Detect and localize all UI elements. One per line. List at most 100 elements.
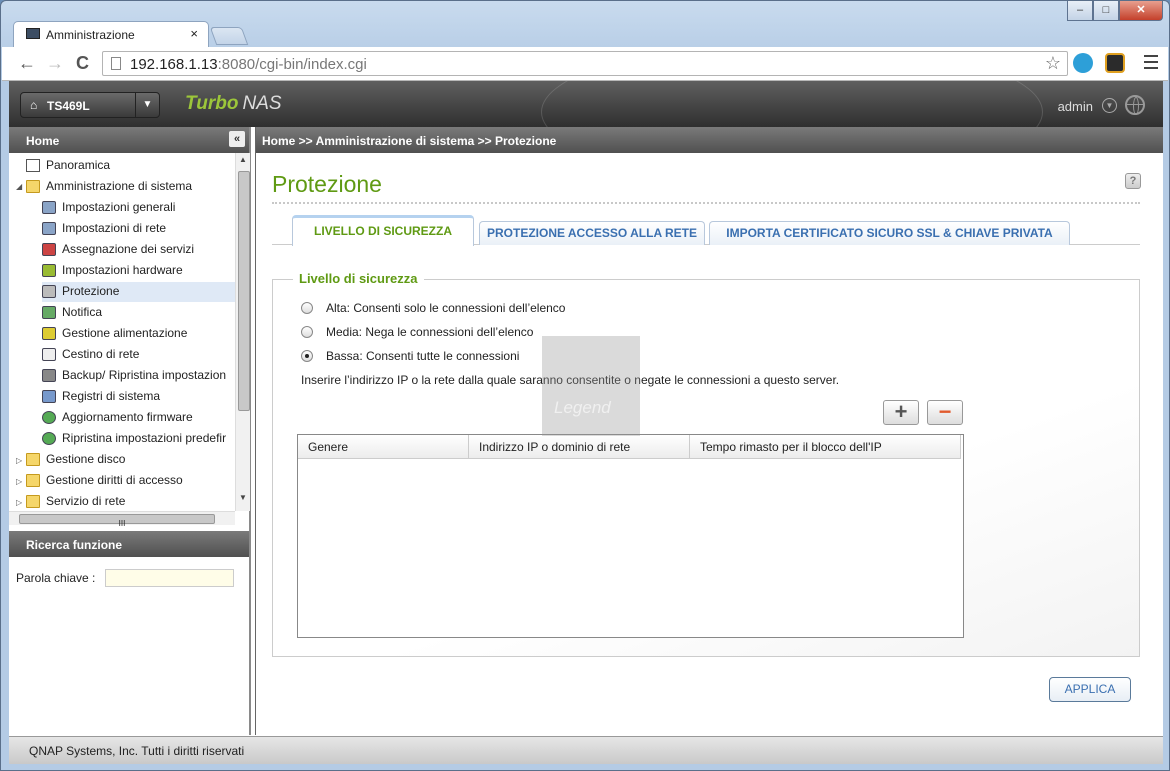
maximize-button[interactable]: □ bbox=[1093, 1, 1119, 21]
tree-item-registri[interactable]: Registri di sistema bbox=[42, 387, 235, 407]
window-controls: – □ ✕ bbox=[1067, 1, 1163, 21]
overview-icon bbox=[26, 159, 40, 172]
tab-bar: LIVELLO DI SICUREZZA PROTEZIONE ACCESSO … bbox=[272, 215, 1140, 246]
tree-item-cestino-rete[interactable]: Cestino di rete bbox=[42, 345, 235, 365]
keyword-label: Parola chiave : bbox=[16, 571, 96, 585]
security-level-fieldset: Livello di sicurezza Alta: Consenti solo… bbox=[272, 271, 1140, 657]
tab-protezione-accesso[interactable]: PROTEZIONE ACCESSO ALLA RETE bbox=[479, 221, 705, 245]
tree-item-label: Backup/ Ripristina impostazion bbox=[62, 368, 227, 382]
breadcrumb: Home >> Amministrazione di sistema >> Pr… bbox=[256, 127, 1163, 153]
tree-item-notifica[interactable]: Notifica bbox=[42, 303, 235, 323]
scroll-down-icon[interactable]: ▼ bbox=[239, 493, 247, 502]
close-window-button[interactable]: ✕ bbox=[1119, 1, 1163, 21]
tree-item-label: Panoramica bbox=[46, 158, 111, 172]
folder-open-icon bbox=[26, 180, 40, 193]
skype-extension-icon[interactable] bbox=[1073, 53, 1093, 73]
column-header-genere[interactable]: Genere bbox=[298, 435, 469, 459]
radio-circle[interactable] bbox=[301, 302, 313, 314]
tree-item-panoramica[interactable]: Panoramica bbox=[26, 156, 235, 176]
tab-close-icon[interactable]: × bbox=[190, 26, 198, 41]
tab-favicon-icon bbox=[26, 28, 40, 39]
bookmark-star-icon[interactable]: ☆ bbox=[1045, 53, 1061, 74]
tree-item-label: Gestione disco bbox=[46, 452, 126, 466]
backup-icon bbox=[42, 369, 56, 382]
browser-tab[interactable]: Amministrazione × bbox=[13, 21, 209, 47]
scrollbar-thumb[interactable]: III bbox=[19, 514, 215, 528]
folder-icon bbox=[26, 474, 40, 487]
extension-icon[interactable] bbox=[1105, 53, 1125, 73]
tab-importa-certificato[interactable]: IMPORTA CERTIFICATO SICURO SSL & CHIAVE … bbox=[709, 221, 1070, 245]
radio-circle-checked[interactable] bbox=[301, 350, 313, 362]
page-title: Protezione bbox=[272, 171, 382, 197]
tab-title: Amministrazione bbox=[46, 28, 135, 42]
remove-button[interactable]: − bbox=[927, 400, 963, 425]
tree-item-impostazioni-hardware[interactable]: Impostazioni hardware bbox=[42, 261, 235, 281]
column-header-tempo[interactable]: Tempo rimasto per il blocco dell'IP bbox=[690, 435, 961, 459]
address-bar[interactable]: 192.168.1.13:8080/cgi-bin/index.cgi ☆ bbox=[102, 51, 1068, 76]
brand-nas: NAS bbox=[242, 93, 282, 114]
tree-item-label: Servizio di rete bbox=[46, 494, 126, 508]
browser-window: – □ ✕ Amministrazione × ← → C 192.168.1.… bbox=[0, 0, 1170, 771]
url-host: 192.168.1.13 bbox=[130, 56, 218, 73]
tab-livello-sicurezza[interactable]: LIVELLO DI SICUREZZA bbox=[292, 215, 474, 246]
back-icon[interactable]: ← bbox=[18, 53, 36, 74]
scroll-up-icon[interactable]: ▲ bbox=[239, 155, 247, 164]
collapsed-arrow-icon[interactable]: ▷ bbox=[16, 498, 22, 507]
tree-item-label: Protezione bbox=[62, 284, 120, 298]
column-header-indirizzo[interactable]: Indirizzo IP o dominio di rete bbox=[469, 435, 690, 459]
tree-item-diritti-accesso[interactable]: Gestione diritti di accesso bbox=[26, 471, 235, 491]
user-name[interactable]: admin bbox=[1058, 99, 1093, 114]
tree-item-ripristina[interactable]: Ripristina impostazioni predefir bbox=[42, 429, 235, 449]
tree-horizontal-scrollbar[interactable]: III bbox=[9, 511, 235, 528]
browser-menu-icon[interactable] bbox=[1144, 55, 1158, 73]
nas-app: ⌂ TS469L ▼ Turbo NAS admin ▼ Home « Panor… bbox=[9, 81, 1163, 764]
radio-circle[interactable] bbox=[301, 326, 313, 338]
address-url: 192.168.1.13:8080/cgi-bin/index.cgi bbox=[130, 56, 367, 73]
tree-item-gestione-alimentazione[interactable]: Gestione alimentazione bbox=[42, 324, 235, 344]
tree-item-label: Ripristina impostazioni predefir bbox=[62, 431, 227, 445]
help-icon[interactable]: ? bbox=[1125, 173, 1141, 189]
expanded-arrow-icon[interactable]: ◢ bbox=[16, 182, 22, 191]
tree-item-label: Registri di sistema bbox=[62, 389, 161, 403]
security-icon bbox=[42, 285, 56, 298]
tree-item-gestione-disco[interactable]: Gestione disco bbox=[26, 450, 235, 470]
minimize-button[interactable]: – bbox=[1067, 1, 1093, 21]
sidebar: Home « Panoramica ◢ Amministrazione di s… bbox=[9, 127, 251, 735]
new-tab-button[interactable] bbox=[209, 27, 249, 45]
forward-icon[interactable]: → bbox=[46, 53, 64, 74]
keyword-input[interactable] bbox=[105, 569, 234, 587]
scrollbar-thumb[interactable] bbox=[238, 171, 250, 411]
tree-item-impostazioni-rete[interactable]: Impostazioni di rete bbox=[42, 219, 235, 239]
tree-item-impostazioni-generali[interactable]: Impostazioni generali bbox=[42, 198, 235, 218]
search-title: Ricerca funzione bbox=[26, 538, 123, 552]
home-icon: ⌂ bbox=[30, 98, 38, 112]
tree-item-label: Aggiornamento firmware bbox=[62, 410, 193, 424]
firmware-icon bbox=[42, 411, 56, 424]
device-name: TS469L bbox=[47, 99, 90, 113]
user-menu-icon[interactable]: ▼ bbox=[1102, 98, 1117, 113]
tree-item-amministrazione[interactable]: Amministrazione di sistema bbox=[26, 177, 235, 197]
collapsed-arrow-icon[interactable]: ▷ bbox=[16, 477, 22, 486]
device-selector[interactable]: ⌂ TS469L ▼ bbox=[20, 92, 160, 118]
chevron-down-icon[interactable]: ▼ bbox=[135, 93, 159, 117]
reload-icon[interactable]: C bbox=[76, 53, 89, 74]
sidebar-title: Home bbox=[26, 134, 60, 148]
main-content: Home >> Amministrazione di sistema >> Pr… bbox=[255, 127, 1163, 735]
tree-item-label: Assegnazione dei servizi bbox=[62, 242, 195, 256]
collapsed-arrow-icon[interactable]: ▷ bbox=[16, 456, 22, 465]
ip-list-table: Genere Indirizzo IP o dominio di rete Te… bbox=[297, 434, 964, 638]
collapse-sidebar-icon[interactable]: « bbox=[229, 131, 245, 147]
legend-watermark: Legend bbox=[542, 336, 640, 436]
tree-item-servizio-rete[interactable]: Servizio di rete bbox=[26, 492, 235, 511]
logs-icon bbox=[42, 390, 56, 403]
tree-item-firmware[interactable]: Aggiornamento firmware bbox=[42, 408, 235, 428]
language-globe-icon[interactable] bbox=[1125, 95, 1145, 115]
tree-vertical-scrollbar[interactable]: ▲ ▼ bbox=[235, 153, 250, 511]
apply-button[interactable]: APPLICA bbox=[1049, 677, 1131, 702]
tree-item-backup[interactable]: Backup/ Ripristina impostazion bbox=[42, 366, 235, 386]
url-path: :8080/cgi-bin/index.cgi bbox=[217, 56, 367, 73]
tree-item-assegnazione-servizi[interactable]: Assegnazione dei servizi bbox=[42, 240, 235, 260]
tree-item-protezione[interactable]: Protezione bbox=[42, 282, 235, 302]
add-button[interactable]: + bbox=[883, 400, 919, 425]
restore-defaults-icon bbox=[42, 432, 56, 445]
